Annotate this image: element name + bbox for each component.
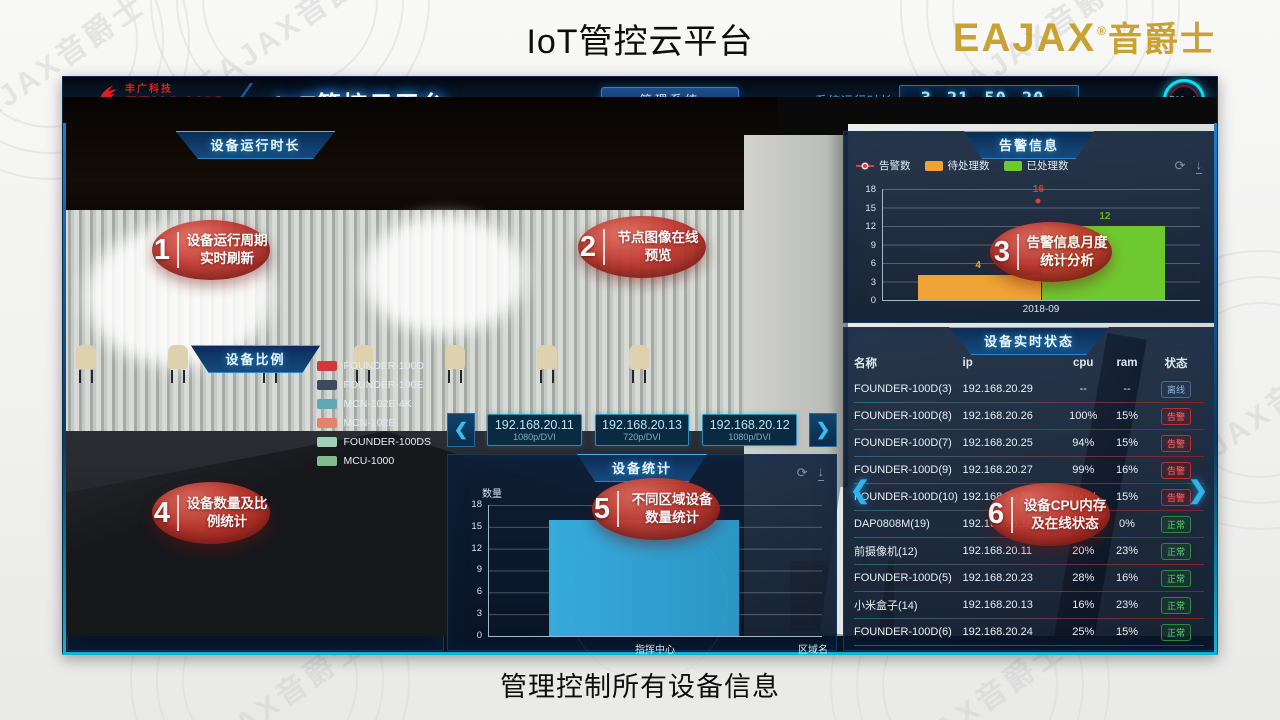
office-chair [536, 345, 558, 383]
y-axis-label: 数量 [482, 485, 502, 500]
legend-swatch [856, 165, 874, 167]
status-prev-button[interactable]: ❮ [850, 476, 870, 505]
processed-value: 12 [1099, 211, 1110, 222]
alarm-count-value: 16 [1033, 184, 1044, 195]
legend-swatch [317, 456, 337, 466]
table-row: FOUNDER-100D(9) 192.168.20.27 99% 16% 告警 [854, 457, 1204, 484]
callout-2: 2 节点图像在线预览 [578, 216, 706, 278]
legend-item: FOUNDER-100E [317, 379, 431, 391]
status-table-header: 名称 ip cpu ram 状态 [854, 352, 1204, 374]
office-chair [444, 345, 466, 383]
legend-item: MCN-102E [317, 417, 431, 429]
table-row: FOUNDER-100D(3) 192.168.20.29 -- -- 离线 [854, 376, 1204, 403]
status-badge: 告警 [1161, 462, 1191, 479]
legend-item: 待处理数 [925, 158, 990, 173]
refresh-icon[interactable]: ⟳ [1175, 158, 1186, 174]
x-axis-label: 区域名 [798, 641, 828, 656]
registered-mark-icon: ® [1097, 24, 1106, 38]
callout-6: 6 设备CPU内存及在线状态 [988, 483, 1110, 546]
refresh-icon[interactable]: ⟳ [797, 465, 808, 481]
slide-caption: 管理控制所有设备信息 [0, 665, 1280, 704]
camera-ip-button[interactable]: 192.168.20.13 720p/DVI [595, 414, 690, 446]
legend-item: MCN-102E-4K [317, 398, 431, 410]
status-next-button[interactable]: ❯ [1188, 476, 1208, 505]
status-badge: 离线 [1161, 381, 1191, 398]
x-category-label: 2018-09 [882, 304, 1200, 315]
pending-bar [918, 275, 1042, 300]
status-badge: 正常 [1161, 543, 1191, 560]
y-axis-ticks: 1815129630 [852, 184, 876, 306]
alarm-legend: 告警数 待处理数 已处理数 [856, 158, 1069, 173]
status-badge: 正常 [1161, 597, 1191, 614]
callout-5: 5 不同区域设备数量统计 [592, 478, 720, 540]
legend-swatch [925, 161, 943, 171]
camera-ip-button[interactable]: 192.168.20.12 1080p/DVI [702, 414, 797, 446]
pending-value: 4 [975, 260, 981, 271]
x-category-label: 指挥中心 [488, 641, 822, 656]
table-row: FOUNDER-100D(8) 192.168.20.26 100% 15% 告… [854, 403, 1204, 430]
table-row: 小米盒子(14) 192.168.20.13 16% 23% 正常 [854, 592, 1204, 619]
panel-title-runtime: 设备运行时长 [175, 131, 335, 159]
panel-title-ratio: 设备比例 [190, 345, 320, 373]
legend-item: FOUNDER-100DS [317, 436, 431, 448]
company-name-cn: 丰广科技 [125, 85, 223, 95]
callout-4: 4 设备数量及比例统计 [152, 482, 270, 544]
download-icon[interactable]: ↓ [818, 465, 825, 481]
legend-item: 已处理数 [1004, 158, 1069, 173]
office-chair [167, 345, 189, 383]
status-badge: 正常 [1161, 570, 1191, 587]
callout-1: 1 设备运行周期实时刷新 [152, 220, 270, 280]
status-badge: 告警 [1161, 408, 1191, 425]
status-badge: 告警 [1161, 435, 1191, 452]
legend-swatch [317, 380, 337, 390]
legend-swatch [317, 399, 337, 409]
camera-prev-button[interactable]: ❮ [447, 413, 475, 447]
office-chair [628, 345, 650, 383]
camera-next-button[interactable]: ❯ [809, 413, 837, 447]
slide: EAJAX音爵士 EAJAX音爵士 EAJAX音爵士 EAJAX音爵士 EAJA… [0, 0, 1280, 720]
table-row: FOUNDER-100D(6) 192.168.20.24 25% 15% 正常 [854, 619, 1204, 646]
download-icon[interactable]: ↓ [1196, 158, 1203, 174]
legend-swatch [317, 361, 337, 371]
legend-swatch [317, 437, 337, 447]
panel-title-alarm: 告警信息 [964, 131, 1094, 159]
legend-item: 告警数 [856, 158, 911, 173]
legend-item: MCU-1000 [317, 455, 431, 467]
panel-title-status: 设备实时状态 [949, 327, 1109, 355]
alarm-count-point [1036, 199, 1041, 204]
camera-ip-button[interactable]: 192.168.20.11 1080p/DVI [487, 414, 582, 446]
camera-ip-list: 192.168.20.11 1080p/DVI 192.168.20.13 72… [487, 414, 797, 446]
table-row: FOUNDER-100D(7) 192.168.20.25 94% 15% 告警 [854, 430, 1204, 457]
office-chair [75, 345, 97, 383]
camera-preview-panel [63, 77, 453, 352]
dashboard: 丰广科技 FENGAKJ IoT管控云平台 管理系统 系统运行时长： 3 天 2… [62, 76, 1218, 655]
legend-swatch [317, 418, 337, 428]
status-badge: 告警 [1161, 489, 1191, 506]
brand-logo-cn: 音爵士 [1108, 12, 1216, 61]
y-axis-ticks: 1815129630 [460, 499, 482, 641]
callout-3: 3 告警信息月度统计分析 [990, 222, 1112, 282]
brand-logo: EAJAX®音爵士 [953, 12, 1216, 61]
status-badge: 正常 [1161, 516, 1191, 533]
table-row: FOUNDER-100D(5) 192.168.20.23 28% 16% 正常 [854, 565, 1204, 592]
scene-ceiling [63, 97, 778, 216]
status-badge: 正常 [1161, 624, 1191, 641]
camera-nav: ❮ 192.168.20.11 1080p/DVI 192.168.20.13 … [447, 408, 837, 452]
legend-swatch [1004, 161, 1022, 171]
brand-logo-en: EAJAX [953, 16, 1096, 61]
pie-legend: FOUNDER-100D FOUNDER-100E MCN-102E-4K [317, 360, 431, 467]
legend-item: FOUNDER-100D [317, 360, 431, 372]
